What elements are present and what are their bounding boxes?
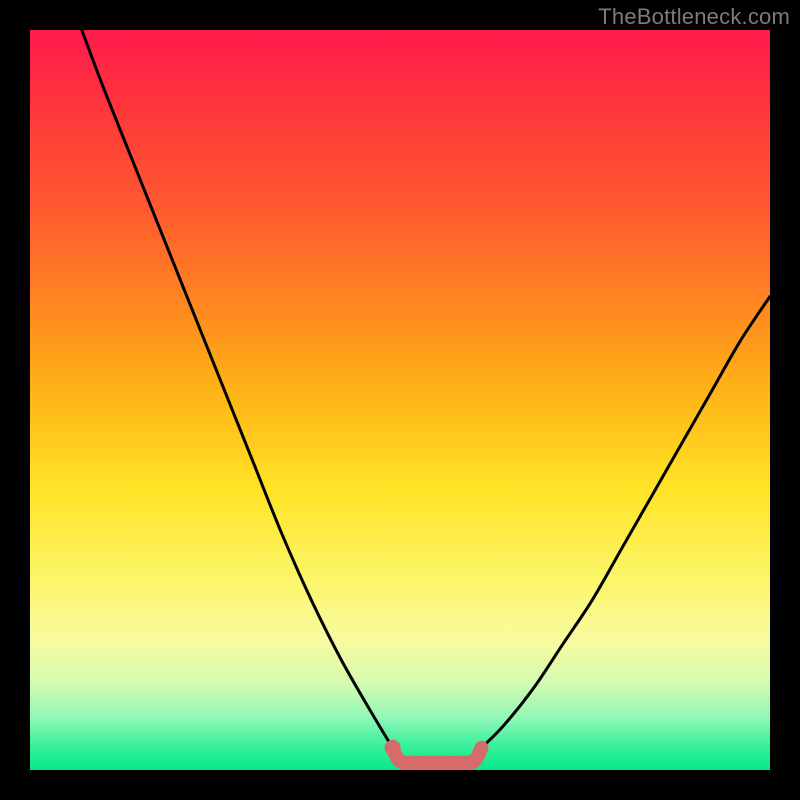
chart-svg bbox=[30, 30, 770, 770]
marker-dot-icon bbox=[385, 740, 401, 756]
left-curve bbox=[82, 30, 393, 748]
chart-frame: TheBottleneck.com bbox=[0, 0, 800, 800]
right-curve bbox=[481, 296, 770, 747]
plot-area bbox=[30, 30, 770, 770]
watermark-text: TheBottleneck.com bbox=[598, 4, 790, 30]
bottom-marker-line bbox=[393, 748, 482, 763]
